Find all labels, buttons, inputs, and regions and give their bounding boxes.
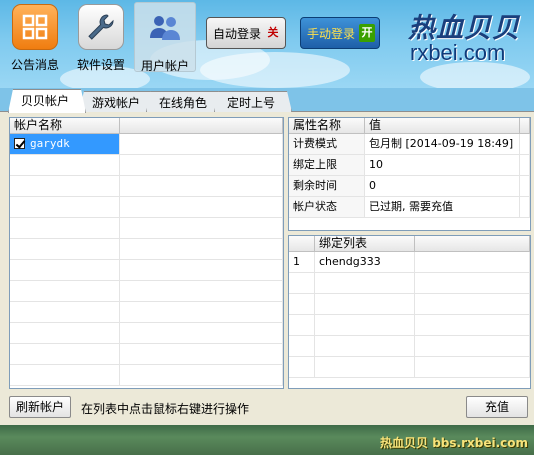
empty-row (289, 336, 530, 357)
background-grass: 热血贝贝 bbs.rxbei.com (0, 425, 534, 455)
binding-list[interactable]: 绑定列表 1 chendg333 (288, 235, 531, 389)
tab-online-role[interactable]: 在线角色 (146, 91, 224, 112)
announcement-icon (12, 4, 58, 50)
tab-beibei-account[interactable]: 贝贝帐户 (8, 89, 86, 113)
auto-login-toggle[interactable]: 自动登录 关 (206, 17, 286, 49)
toolbar-announcements-button[interactable]: 公告消息 (4, 2, 66, 72)
empty-row (289, 357, 530, 378)
auto-login-label: 自动登录 (213, 26, 262, 41)
header-bar: 公告消息 软件设置 用户帐户 自动登录 关 手动登录 开 热血贝贝 rxbei.… (0, 0, 534, 88)
tab-game-account[interactable]: 游戏帐户 (79, 91, 157, 112)
empty-cell (120, 134, 283, 154)
account-checkbox[interactable] (14, 137, 25, 149)
manual-login-label: 手动登录 (307, 26, 356, 41)
account-list[interactable]: 帐户名称 garydk (9, 117, 284, 389)
empty-row (10, 323, 283, 344)
account-list-header: 帐户名称 (10, 118, 283, 134)
users-icon (142, 5, 188, 51)
property-name: 帐户状态 (289, 197, 365, 217)
recharge-button[interactable]: 充值 (466, 396, 528, 418)
property-value: 0 (365, 176, 520, 196)
empty-row (10, 302, 283, 323)
toolbar-settings-button[interactable]: 软件设置 (70, 2, 132, 72)
property-value: 10 (365, 155, 520, 175)
column-header-account-name[interactable]: 帐户名称 (10, 118, 120, 133)
toolbar-user-accounts-button[interactable]: 用户帐户 (134, 2, 196, 73)
column-header-binding-list[interactable]: 绑定列表 (315, 236, 415, 251)
empty-row (10, 344, 283, 365)
account-name: garydk (30, 137, 70, 150)
toolbar-label: 软件设置 (76, 58, 125, 72)
property-name: 绑定上限 (289, 155, 365, 175)
empty-row (10, 281, 283, 302)
empty-row (10, 197, 283, 218)
wrench-icon (78, 4, 124, 50)
tab-strip: 贝贝帐户 游戏帐户 在线角色 定时上号 (0, 88, 534, 112)
empty-row (10, 155, 283, 176)
empty-row (289, 315, 530, 336)
watermark: 热血贝贝 bbs.rxbei.com (380, 436, 528, 450)
hint-text: 在列表中点击鼠标右键进行操作 (81, 402, 250, 416)
property-row[interactable]: 帐户状态 已过期, 需要充值 (289, 197, 530, 218)
property-row[interactable]: 计费模式 包月制 [2014-09-19 18:49] (289, 134, 530, 155)
toolbar-label: 公告消息 (10, 58, 59, 72)
property-value: 已过期, 需要充值 (365, 197, 520, 217)
column-header-property-name[interactable]: 属性名称 (289, 118, 365, 133)
column-header-empty (120, 118, 283, 133)
column-header-value[interactable]: 值 (365, 118, 520, 133)
empty-row (10, 176, 283, 197)
binding-name: chendg333 (315, 252, 415, 272)
property-table[interactable]: 属性名称 值 计费模式 包月制 [2014-09-19 18:49] 绑定上限 … (288, 117, 531, 231)
property-name: 计费模式 (289, 134, 365, 154)
empty-row (10, 218, 283, 239)
account-row[interactable]: garydk (10, 134, 283, 155)
cloud-decoration (200, 52, 350, 88)
empty-row (10, 365, 283, 386)
property-row[interactable]: 剩余时间 0 (289, 176, 530, 197)
property-name: 剩余时间 (289, 176, 365, 196)
toolbar-label: 用户帐户 (140, 59, 189, 73)
empty-row (289, 273, 530, 294)
property-table-header: 属性名称 值 (289, 118, 530, 134)
manual-login-state: 开 (359, 24, 375, 42)
manual-login-toggle[interactable]: 手动登录 开 (300, 17, 380, 49)
empty-row (289, 294, 530, 315)
tab-scheduled-login[interactable]: 定时上号 (214, 91, 292, 112)
binding-row[interactable]: 1 chendg333 (289, 252, 530, 273)
refresh-account-button[interactable]: 刷新帐户 (9, 396, 71, 418)
brand-url: rxbei.com (410, 40, 506, 65)
empty-row (10, 260, 283, 281)
property-value: 包月制 [2014-09-19 18:49] (365, 134, 520, 154)
binding-index: 1 (289, 252, 315, 272)
account-name-cell[interactable]: garydk (10, 134, 120, 154)
column-header-index[interactable] (289, 236, 315, 251)
empty-row (10, 239, 283, 260)
property-row[interactable]: 绑定上限 10 (289, 155, 530, 176)
auto-login-state: 关 (267, 26, 279, 39)
binding-list-header: 绑定列表 (289, 236, 530, 252)
